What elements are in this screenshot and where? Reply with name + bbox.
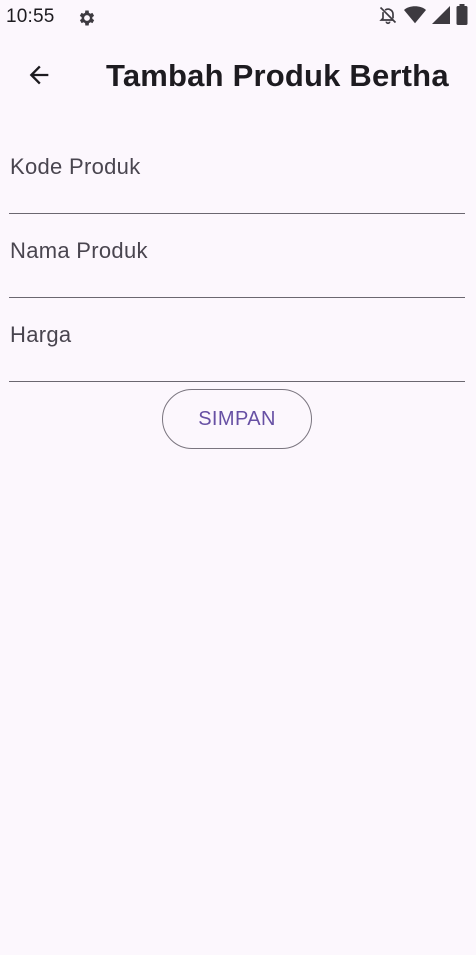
kode-produk-label: Kode Produk — [10, 154, 141, 179]
page-title: Tambah Produk Bertha — [106, 58, 449, 93]
back-button[interactable] — [16, 54, 62, 100]
harga-label: Harga — [10, 322, 72, 347]
harga-field[interactable]: Harga — [9, 298, 465, 382]
signal-icon — [432, 5, 450, 30]
status-bar: 10:55 — [0, 0, 476, 34]
notifications-off-icon — [378, 5, 398, 30]
battery-icon — [456, 3, 468, 31]
nama-produk-label: Nama Produk — [10, 238, 148, 263]
wifi-icon — [404, 5, 426, 30]
screen: 10:55 Tambah Produk Bertha Kode Produk N… — [0, 0, 476, 955]
status-icons — [378, 3, 468, 30]
app-bar: Tambah Produk Bertha — [0, 34, 476, 118]
arrow-back-icon — [25, 61, 53, 94]
simpan-button[interactable]: SIMPAN — [162, 389, 312, 449]
gear-icon — [77, 8, 97, 28]
nama-produk-field[interactable]: Nama Produk — [9, 214, 465, 298]
status-time: 10:55 — [6, 6, 55, 27]
kode-produk-field[interactable]: Kode Produk — [9, 130, 465, 214]
